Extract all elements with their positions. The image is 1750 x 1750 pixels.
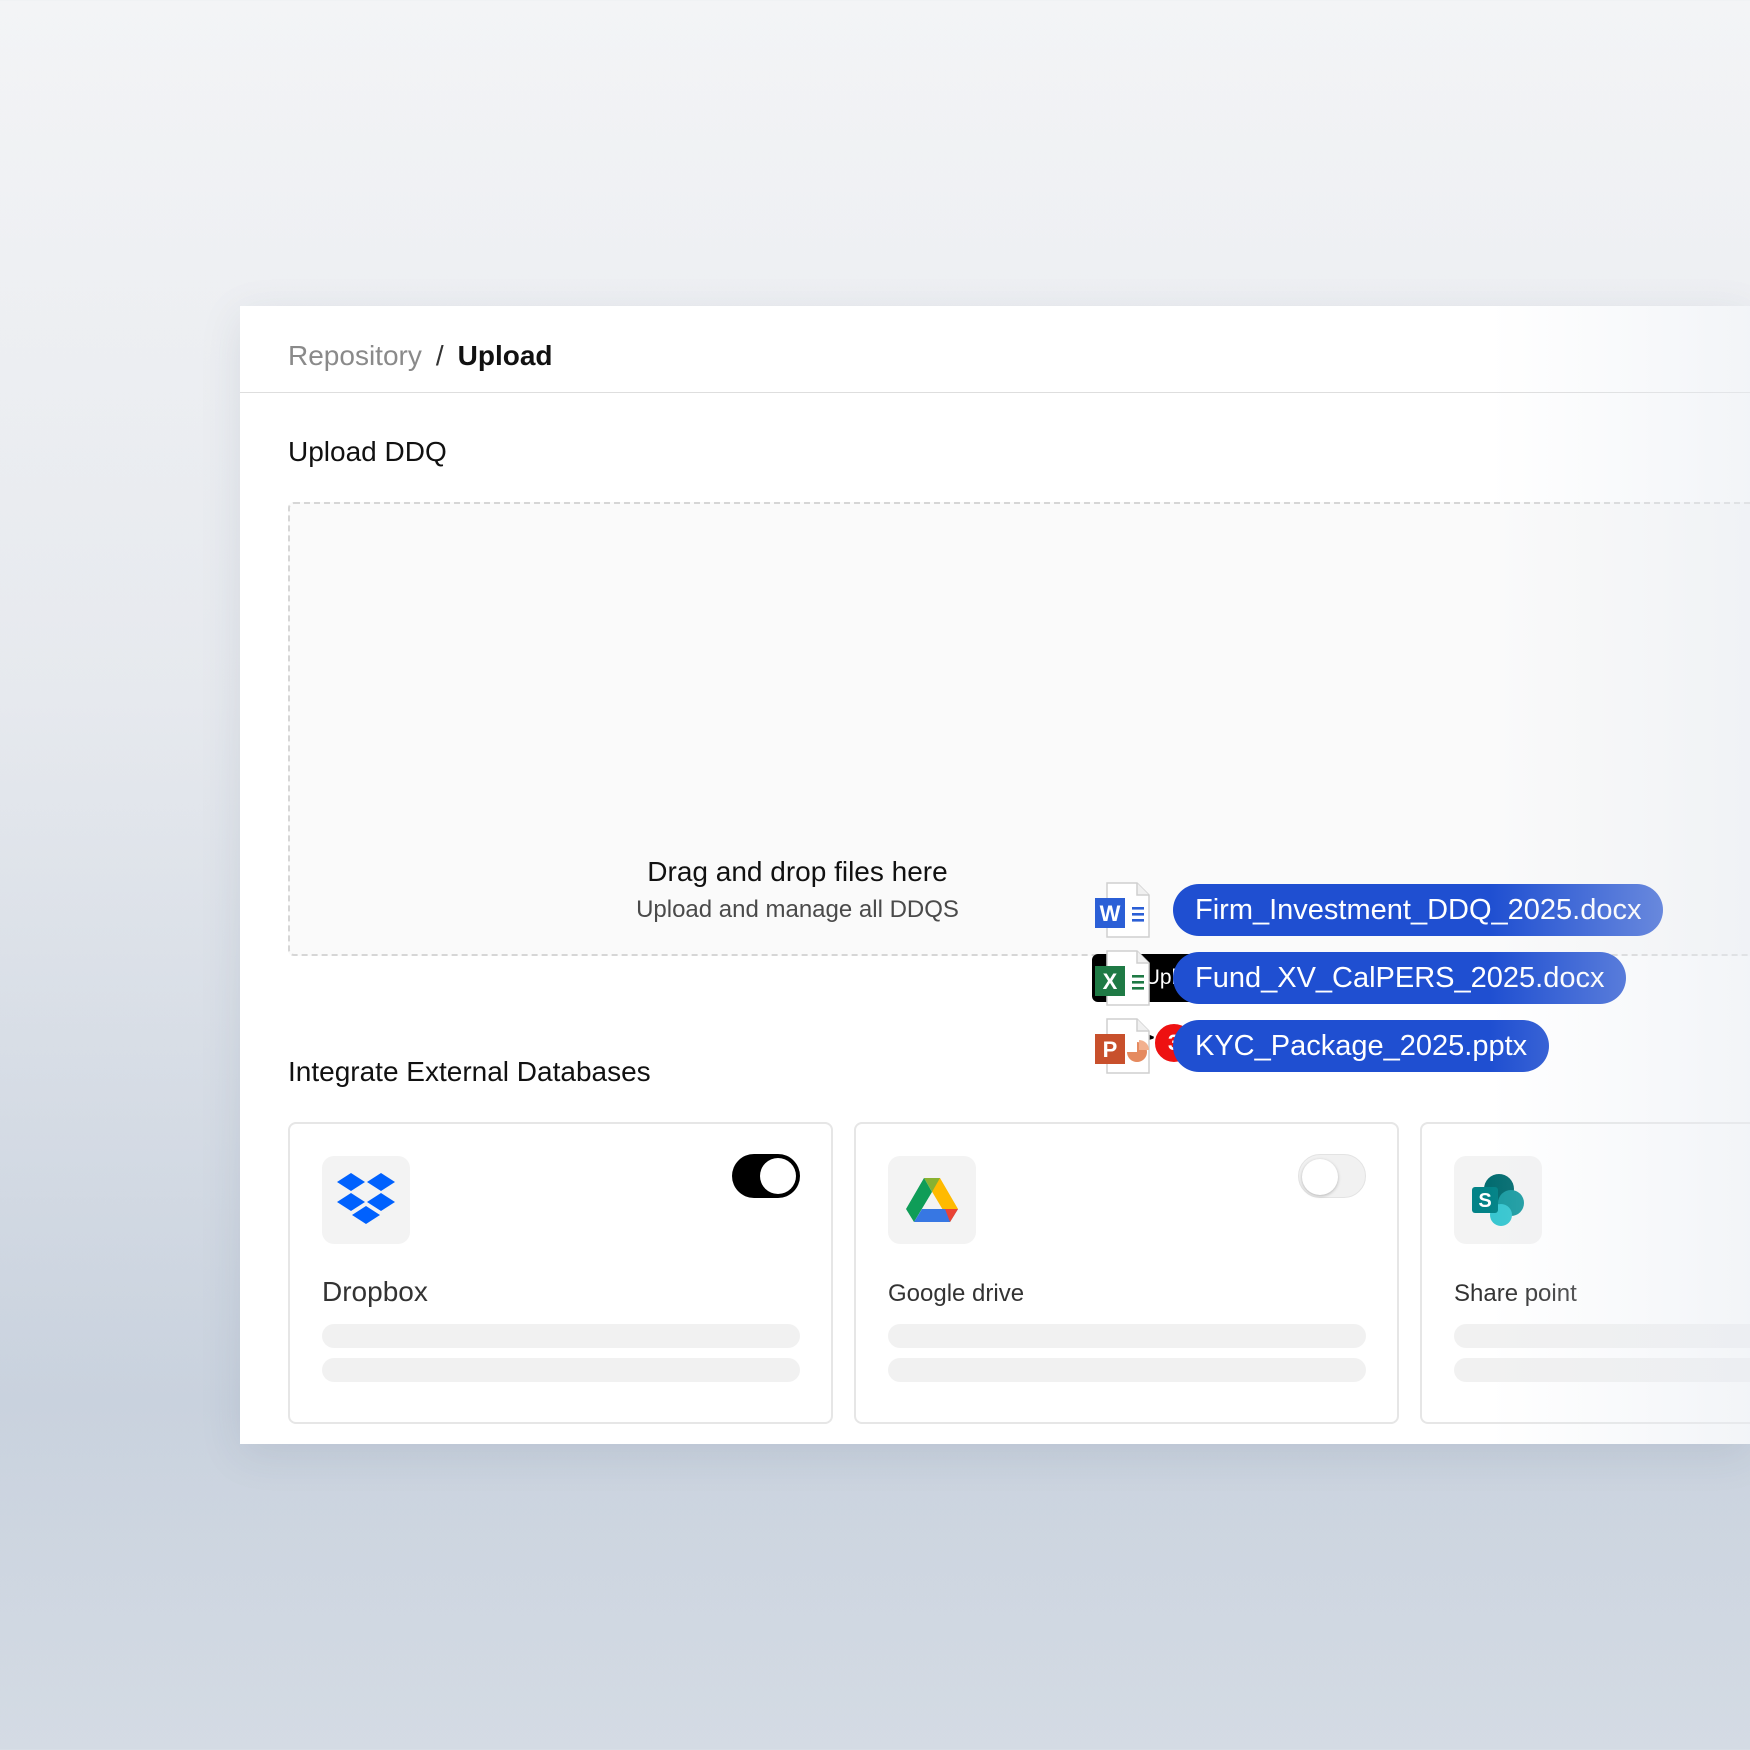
google-drive-toggle[interactable] [1298,1154,1366,1198]
upload-section-title: Upload DDQ [288,436,447,467]
upload-panel: Repository / Upload Upload DDQ Drag and … [240,306,1750,1444]
dragged-file-item: P KYC_Package_2025.pptx [1093,1016,1550,1076]
svg-text:X: X [1103,969,1118,994]
integration-name: Share point [1454,1280,1577,1307]
google-drive-icon [906,1178,958,1222]
file-chip: KYC_Package_2025.pptx [1173,1020,1550,1072]
sharepoint-icon: S [1472,1174,1524,1226]
breadcrumb: Repository / Upload [288,334,553,378]
toggle-knob [1302,1159,1338,1195]
dropbox-logo [322,1156,410,1244]
word-file-icon: W [1093,880,1153,940]
skeleton-line [322,1324,800,1348]
google-drive-logo [888,1156,976,1244]
powerpoint-file-icon: P [1093,1016,1153,1076]
breadcrumb-current: Upload [457,340,553,371]
integration-card-dropbox[interactable]: Dropbox [288,1122,833,1424]
dragged-file-item: W Firm_Investment_DDQ_2025.docx [1093,880,1664,940]
breadcrumb-separator: / [435,340,444,371]
toggle-knob [760,1158,796,1194]
skeleton-line [888,1358,1366,1382]
file-chip: Fund_XV_CalPERS_2025.docx [1173,952,1627,1004]
skeleton-line [322,1358,800,1382]
skeleton-line [1454,1324,1750,1348]
integration-name: Google drive [888,1280,1025,1307]
integrations-section-title: Integrate External Databases [288,1056,651,1087]
breadcrumb-repository-link[interactable]: Repository [288,340,422,372]
dropbox-toggle[interactable] [732,1154,800,1198]
integration-name: Dropbox [322,1276,428,1307]
skeleton-line [1454,1358,1750,1382]
skeleton-line [888,1324,1366,1348]
header-divider [240,392,1750,393]
dropbox-icon [337,1173,395,1224]
excel-file-icon: X [1093,948,1153,1008]
file-chip: Firm_Investment_DDQ_2025.docx [1173,884,1664,936]
svg-text:W: W [1100,901,1121,926]
svg-text:S: S [1478,1190,1491,1212]
svg-text:P: P [1103,1037,1118,1062]
integration-card-google-drive[interactable]: Google drive [854,1122,1399,1424]
dragged-file-item: X Fund_XV_CalPERS_2025.docx [1093,948,1627,1008]
integration-card-sharepoint[interactable]: S Share point [1420,1122,1750,1424]
sharepoint-logo: S [1454,1156,1542,1244]
